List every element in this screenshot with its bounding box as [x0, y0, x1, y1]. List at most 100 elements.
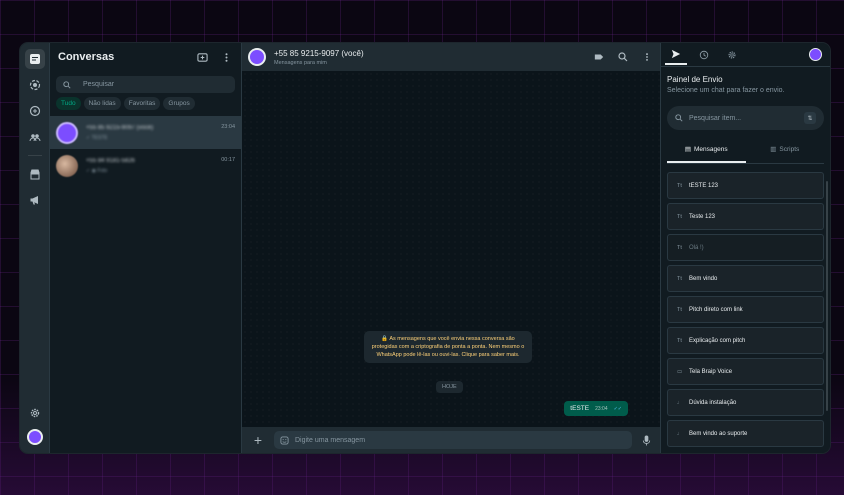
composer: + Digite uma mensagem	[242, 427, 660, 453]
panel-tab-history[interactable]	[693, 45, 715, 65]
message-time: 23:04	[595, 406, 608, 412]
list-item[interactable]: Tt Teste 123	[667, 203, 824, 230]
conversation-menu-button[interactable]	[640, 50, 654, 64]
gear-icon	[30, 408, 39, 418]
profile-avatar[interactable]	[26, 429, 43, 445]
panel-scrollbar[interactable]	[826, 181, 828, 411]
filter-groups[interactable]: Grupos	[163, 97, 195, 110]
chat-avatar	[56, 154, 78, 177]
tab-messages[interactable]: ▤ Mensagens	[667, 140, 746, 163]
list-item[interactable]: Tt Olá !)	[667, 234, 824, 261]
message-area[interactable]: 🔒 As mensagens que você envia nessa conv…	[242, 71, 660, 427]
message-items-list: Tt tESTE 123 Tt Teste 123 Tt Olá !) Tt Bem v…	[661, 164, 830, 453]
list-item[interactable]: ♩ Dúvida instalação	[667, 389, 824, 416]
message-text: tESTE	[570, 405, 590, 412]
list-item[interactable]: Tt tESTE 123	[667, 172, 824, 199]
item-type-icon: ♩	[677, 430, 683, 437]
attach-button[interactable]: +	[250, 432, 266, 448]
status-nav-button[interactable]	[25, 75, 45, 95]
chat-time: 00:17	[221, 157, 235, 163]
chat-preview: ✓ ◉ Foto	[86, 167, 108, 174]
panel-tabs	[661, 43, 830, 67]
chat-list-panel: Conversas Pesquisar Tudo Não lidas Favor…	[50, 43, 242, 453]
search-icon	[63, 80, 71, 89]
tab-scripts-label: Scripts	[779, 146, 800, 153]
filter-favorites[interactable]: Favoritas	[123, 97, 161, 110]
list-item[interactable]: Tt Pitch direto com link	[667, 296, 824, 323]
item-label: Teste 123	[689, 213, 716, 220]
app-window: Conversas Pesquisar Tudo Não lidas Favor…	[20, 43, 830, 453]
chat-list-menu-button[interactable]	[219, 50, 233, 64]
item-label: Olá !)	[689, 244, 704, 251]
conversation-search-button[interactable]	[616, 50, 630, 64]
chat-list-title: Conversas	[58, 51, 115, 63]
item-label: Explicação com pitch	[689, 337, 746, 344]
store-icon	[30, 169, 39, 180]
panel-segment-tabs: ▤ Mensagens ▥ Scripts	[667, 140, 824, 164]
list-item[interactable]: Tt Bem vindo	[667, 265, 824, 292]
label-icon	[594, 54, 604, 60]
voice-message-button[interactable]	[640, 434, 652, 446]
chat-list-item[interactable]: +55 84 9181-5826 ✓ ◉ Foto 00:17	[50, 149, 241, 182]
conversation-panel: +55 85 9215-9097 (você) Mensagens para m…	[242, 43, 660, 453]
communities-nav-button[interactable]	[25, 127, 45, 147]
panel-avatar[interactable]	[809, 48, 822, 61]
gear-icon	[728, 51, 736, 58]
nav-rail	[20, 43, 50, 453]
broadcast-nav-button[interactable]	[25, 190, 45, 210]
label-button[interactable]	[592, 50, 606, 64]
search-icon	[675, 114, 683, 122]
conversation-header: +55 85 9215-9097 (você) Mensagens para m…	[242, 43, 660, 71]
settings-nav-button[interactable]	[25, 403, 45, 423]
tab-messages-label: Mensagens	[694, 146, 728, 153]
conversation-avatar[interactable]	[248, 48, 266, 66]
date-separator: HOJE	[436, 381, 463, 393]
chat-name: +55 85 9215-9097 (você)	[86, 124, 154, 131]
send-panel: Painel de Envio Selecione um chat para f…	[660, 43, 830, 453]
filter-all[interactable]: Tudo	[56, 97, 81, 110]
channels-nav-button[interactable]	[25, 101, 45, 121]
microphone-icon	[642, 434, 650, 446]
list-item[interactable]: ♩ Bem vindo ao suporte	[667, 420, 824, 447]
encryption-notice[interactable]: 🔒 As mensagens que você envia nessa conv…	[364, 331, 532, 363]
list-item[interactable]: ▭ Tela Braip Voice	[667, 358, 824, 385]
tab-scripts[interactable]: ▥ Scripts	[746, 140, 825, 163]
panel-search-input[interactable]: Pesquisar item... ⇅	[667, 106, 824, 130]
panel-search-placeholder: Pesquisar item...	[689, 114, 742, 122]
conversation-info[interactable]: +55 85 9215-9097 (você) Mensagens para m…	[274, 49, 582, 66]
chat-time: 23:04	[221, 124, 235, 130]
send-icon	[671, 49, 681, 58]
chat-list-header: Conversas	[50, 43, 241, 71]
item-type-icon: Tt	[677, 182, 682, 189]
item-label: Pitch direto com link	[689, 306, 743, 313]
item-label: Tela Braip Voice	[689, 368, 733, 375]
item-label: Bem vindo	[689, 275, 718, 282]
item-label: Bem vindo ao suporte	[689, 430, 748, 437]
search-icon	[618, 52, 628, 62]
outgoing-message[interactable]: tESTE 23:04 ✓✓	[564, 401, 628, 416]
sticker-icon	[280, 435, 289, 445]
list-item[interactable]: Tt Explicação com pitch	[667, 327, 824, 354]
item-label: Dúvida instalação	[689, 399, 737, 406]
chat-list-item[interactable]: +55 85 9215-9097 (você) ✓ TESTE 23:04	[50, 116, 241, 149]
chats-nav-button[interactable]	[24, 49, 45, 69]
filter-toggle-button[interactable]: ⇅	[804, 112, 816, 124]
chat-name: +55 84 9181-5826	[86, 157, 135, 164]
panel-tab-settings[interactable]	[721, 45, 743, 65]
chat-avatar	[56, 121, 78, 144]
filter-unread[interactable]: Não lidas	[83, 97, 121, 110]
item-label: tESTE 123	[689, 182, 719, 189]
message-icon: ▤	[684, 146, 692, 153]
message-input[interactable]: Digite uma mensagem	[274, 431, 632, 449]
new-chat-icon	[196, 52, 208, 62]
channels-icon	[29, 105, 40, 117]
item-type-icon: ♩	[677, 399, 683, 406]
chat-search-input[interactable]: Pesquisar	[56, 76, 235, 93]
item-type-icon: Tt	[677, 275, 682, 282]
store-nav-button[interactable]	[25, 164, 45, 184]
conversation-subtitle: Mensagens para mim	[274, 59, 327, 66]
chat-preview: ✓ TESTE	[86, 134, 108, 141]
item-type-icon: ▭	[677, 368, 683, 375]
panel-tab-send[interactable]	[665, 45, 687, 65]
new-chat-button[interactable]	[195, 50, 209, 64]
